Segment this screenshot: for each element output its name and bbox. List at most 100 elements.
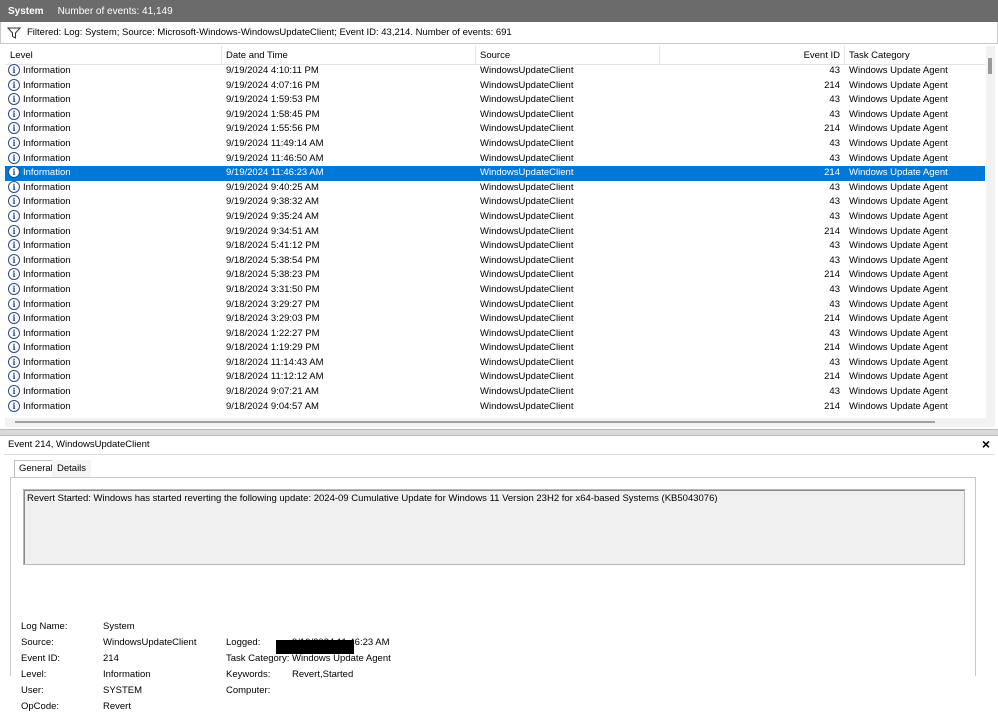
task-category-cell: Windows Update Agent <box>849 254 948 266</box>
column-header-event-id[interactable]: Event ID <box>795 50 840 61</box>
event-id-cell: 214 <box>824 225 840 237</box>
table-row[interactable]: i Information 9/18/2024 9:07:21 AM WindowsU… <box>5 385 985 400</box>
scrollbar-thumb[interactable] <box>988 58 992 74</box>
value-user[interactable]: SYSTEM <box>103 685 142 697</box>
funnel-icon <box>7 27 21 39</box>
level-cell: Information <box>23 298 71 310</box>
table-row[interactable]: i Information 9/18/2024 11:12:12 AM Windows… <box>5 370 985 385</box>
event-id-cell: 43 <box>829 298 840 310</box>
event-details-pane: Event 214, WindowsUpdateClient × General… <box>0 436 998 712</box>
tab-details[interactable]: Details <box>52 460 92 477</box>
horizontal-scrollbar[interactable] <box>5 418 995 427</box>
information-icon: i <box>8 268 20 281</box>
table-row[interactable]: i Information 9/18/2024 3:29:03 PM WindowsU… <box>5 312 985 327</box>
table-row[interactable]: i Information 9/19/2024 9:40:25 AM WindowsU… <box>5 180 985 196</box>
information-icon: i <box>8 78 20 91</box>
date-cell: 9/18/2024 5:38:54 PM <box>226 254 320 266</box>
table-row[interactable]: i Information 9/19/2024 1:59:53 PM WindowsU… <box>5 93 985 108</box>
event-list[interactable]: Level Date and Time Source Event ID Task… <box>5 46 995 418</box>
table-row[interactable]: i Information 9/19/2024 4:10:11 PM WindowsU… <box>5 64 985 79</box>
table-row[interactable]: i Information 9/19/2024 11:49:14 AM Windows… <box>5 136 985 152</box>
pane-splitter[interactable] <box>0 429 998 436</box>
event-id-cell: 43 <box>829 108 840 120</box>
column-header-source[interactable]: Source <box>480 50 510 61</box>
table-row[interactable]: i Information 9/18/2024 11:14:43 AM Windows… <box>5 355 985 371</box>
table-row[interactable]: i Information 9/19/2024 11:46:50 AM Windows… <box>5 151 985 167</box>
column-header-date[interactable]: Date and Time <box>226 50 288 61</box>
task-category-cell: Windows Update Agent <box>849 210 948 222</box>
information-icon: i <box>8 239 20 252</box>
information-icon: i <box>8 180 20 193</box>
source-cell: WindowsUpdateClient <box>480 371 574 383</box>
event-id-cell: 214 <box>824 269 840 281</box>
task-category-cell: Windows Update Agent <box>849 342 948 354</box>
task-category-cell: Windows Update Agent <box>849 283 948 295</box>
value-event-id[interactable]: 214 <box>103 653 119 665</box>
vertical-scrollbar[interactable] <box>986 46 995 418</box>
date-cell: 9/18/2024 3:31:50 PM <box>226 283 320 295</box>
value-log-name[interactable]: System <box>103 621 135 633</box>
value-keywords[interactable]: Revert,Started <box>292 669 353 681</box>
information-icon: i <box>8 136 20 149</box>
table-row[interactable]: i Information 9/19/2024 4:07:16 PM WindowsU… <box>5 78 985 94</box>
close-icon[interactable]: × <box>982 436 990 452</box>
source-cell: WindowsUpdateClient <box>480 196 574 208</box>
value-level[interactable]: Information <box>103 669 151 681</box>
source-cell: WindowsUpdateClient <box>480 167 574 179</box>
source-cell: WindowsUpdateClient <box>480 254 574 266</box>
source-cell: WindowsUpdateClient <box>480 225 574 237</box>
table-row[interactable]: i Information 9/18/2024 5:38:23 PM WindowsU… <box>5 268 985 283</box>
table-row[interactable]: i Information 9/18/2024 5:41:12 PM WindowsU… <box>5 239 985 254</box>
scrollbar-thumb[interactable] <box>15 421 935 423</box>
table-row[interactable]: i Information 9/19/2024 9:35:24 AM WindowsU… <box>5 209 985 225</box>
event-id-cell: 43 <box>829 210 840 222</box>
details-header: Event 214, WindowsUpdateClient × <box>4 436 994 455</box>
task-category-cell: Windows Update Agent <box>849 240 948 252</box>
column-divider[interactable] <box>475 46 476 64</box>
column-divider[interactable] <box>221 46 222 64</box>
date-cell: 9/19/2024 4:10:11 PM <box>226 65 319 76</box>
column-divider[interactable] <box>659 46 660 64</box>
date-cell: 9/19/2024 9:40:25 AM <box>226 181 319 193</box>
column-header-level[interactable]: Level <box>10 50 33 61</box>
source-cell: WindowsUpdateClient <box>480 108 574 120</box>
table-row[interactable]: i Information 9/19/2024 9:38:32 AM WindowsU… <box>5 195 985 210</box>
table-row[interactable]: i Information 9/19/2024 11:46:23 AM Windows… <box>5 166 985 181</box>
table-row[interactable]: i Information 9/18/2024 1:19:29 PM WindowsU… <box>5 341 985 356</box>
level-cell: Information <box>23 283 71 295</box>
value-task-category[interactable]: Windows Update Agent <box>292 653 391 665</box>
level-cell: Information <box>23 342 71 354</box>
value-source[interactable]: WindowsUpdateClient <box>103 637 196 649</box>
event-description[interactable]: Revert Started: Windows has started reve… <box>23 489 965 565</box>
table-row[interactable]: i Information 9/18/2024 3:31:50 PM WindowsU… <box>5 282 985 298</box>
label-log-name: Log Name: <box>21 621 68 632</box>
task-category-cell: Windows Update Agent <box>849 152 948 164</box>
table-row[interactable]: i Information 9/19/2024 1:55:56 PM WindowsU… <box>5 122 985 137</box>
level-cell: Information <box>23 65 71 76</box>
table-row[interactable]: i Information 9/18/2024 5:38:54 PM WindowsU… <box>5 253 985 269</box>
task-category-cell: Windows Update Agent <box>849 327 948 339</box>
information-icon: i <box>8 385 20 398</box>
label-keywords: Keywords: <box>226 669 271 680</box>
table-row[interactable]: i Information 9/18/2024 1:22:27 PM WindowsU… <box>5 326 985 342</box>
date-cell: 9/19/2024 9:38:32 AM <box>226 196 319 208</box>
table-row[interactable]: i Information 9/18/2024 3:29:27 PM WindowsU… <box>5 297 985 313</box>
level-cell: Information <box>23 386 71 398</box>
task-category-cell: Windows Update Agent <box>849 167 948 179</box>
event-id-cell: 214 <box>824 123 840 135</box>
event-id-cell: 43 <box>829 240 840 252</box>
level-cell: Information <box>23 167 71 179</box>
column-header-task-category[interactable]: Task Category <box>849 50 910 61</box>
table-row[interactable]: i Information 9/19/2024 9:34:51 AM WindowsU… <box>5 224 985 240</box>
level-cell: Information <box>23 400 71 412</box>
information-icon: i <box>8 326 20 339</box>
column-divider[interactable] <box>844 46 845 64</box>
source-cell: WindowsUpdateClient <box>480 400 574 412</box>
table-row[interactable]: i Information 9/19/2024 1:58:45 PM WindowsU… <box>5 107 985 123</box>
event-id-cell: 43 <box>829 152 840 164</box>
source-cell: WindowsUpdateClient <box>480 269 574 281</box>
table-row[interactable]: i Information 9/18/2024 9:04:57 AM WindowsU… <box>5 399 985 415</box>
source-cell: WindowsUpdateClient <box>480 386 574 398</box>
filter-description: Filtered: Log: System; Source: Microsoft… <box>27 27 512 38</box>
value-opcode[interactable]: Revert <box>103 701 131 713</box>
